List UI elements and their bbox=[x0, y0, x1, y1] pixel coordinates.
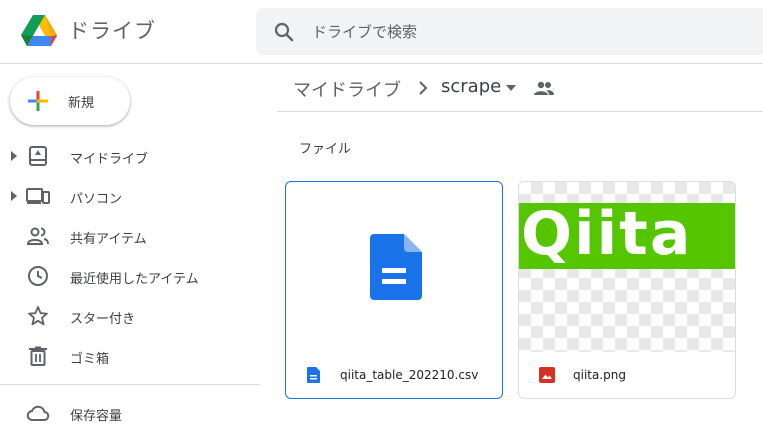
trash-icon bbox=[29, 346, 47, 366]
shared-icon bbox=[26, 227, 49, 245]
files-section-label: ファイル bbox=[299, 142, 352, 157]
qiita-logo-text: Qiita bbox=[521, 203, 693, 269]
plus-icon bbox=[28, 91, 48, 111]
sidebar-divider bbox=[0, 384, 260, 385]
sidebar-item-label: 共有アイテム bbox=[70, 232, 147, 247]
sidebar: 新規 マイドライブ パソコン 共有アイテム 最近使用したアイテム スター付き ゴ… bbox=[0, 64, 260, 426]
search-icon[interactable] bbox=[272, 20, 296, 44]
sidebar-item-storage[interactable]: 保存容量 bbox=[0, 397, 260, 426]
shared-folder-icon[interactable] bbox=[533, 78, 555, 98]
document-type-icon bbox=[307, 367, 320, 383]
breadcrumb-current-folder[interactable]: scrape bbox=[441, 76, 501, 97]
computer-icon bbox=[26, 188, 50, 204]
sidebar-item-label: 最近使用したアイテム bbox=[70, 272, 199, 287]
sidebar-item-label: パソコン bbox=[70, 192, 123, 207]
search-bar[interactable]: ドライブで検索 bbox=[256, 8, 763, 55]
image-type-icon bbox=[539, 367, 555, 383]
file-name: qiita.png bbox=[573, 368, 626, 382]
sidebar-item-computers[interactable]: パソコン bbox=[0, 180, 260, 212]
sidebar-item-label: スター付き bbox=[70, 312, 136, 327]
search-input[interactable]: ドライブで検索 bbox=[312, 21, 417, 42]
file-card-png[interactable]: Qiita qiita.png bbox=[518, 181, 736, 399]
cloud-icon bbox=[26, 405, 50, 421]
sidebar-item-label: ゴミ箱 bbox=[70, 352, 110, 367]
file-preview bbox=[286, 182, 502, 352]
sidebar-item-label: 保存容量 bbox=[70, 409, 123, 424]
expand-arrow-icon[interactable] bbox=[10, 150, 18, 162]
sidebar-item-shared[interactable]: 共有アイテム bbox=[0, 220, 260, 252]
image-preview: Qiita bbox=[519, 182, 735, 352]
sidebar-item-label: マイドライブ bbox=[70, 152, 149, 167]
file-card-csv[interactable]: qiita_table_202210.csv bbox=[285, 181, 503, 399]
sidebar-item-starred[interactable]: スター付き bbox=[0, 300, 260, 332]
sidebar-item-recent[interactable]: 最近使用したアイテム bbox=[0, 260, 260, 292]
sidebar-item-my-drive[interactable]: マイドライブ bbox=[0, 140, 260, 172]
file-card-footer: qiita_table_202210.csv bbox=[286, 352, 502, 398]
clock-icon bbox=[28, 266, 48, 286]
chevron-right-icon bbox=[419, 81, 428, 95]
sidebar-item-trash[interactable]: ゴミ箱 bbox=[0, 340, 260, 372]
drive-logo-icon[interactable] bbox=[20, 13, 58, 49]
main-content: マイドライブ scrape ファイル qiita_table_202210.cs… bbox=[277, 64, 763, 426]
star-icon bbox=[28, 306, 48, 326]
new-button[interactable]: 新規 bbox=[10, 77, 130, 125]
top-bar: ドライブ ドライブで検索 bbox=[0, 0, 763, 64]
file-name: qiita_table_202210.csv bbox=[340, 368, 479, 382]
app-title: ドライブ bbox=[68, 19, 156, 43]
breadcrumb-root[interactable]: マイドライブ bbox=[293, 76, 401, 102]
breadcrumb: マイドライブ scrape bbox=[277, 64, 763, 112]
file-card-footer: qiita.png bbox=[519, 352, 735, 398]
my-drive-icon bbox=[29, 146, 47, 166]
qiita-logo-image: Qiita bbox=[519, 203, 735, 269]
new-button-label: 新規 bbox=[68, 96, 95, 111]
expand-arrow-icon[interactable] bbox=[10, 190, 18, 202]
document-icon bbox=[370, 234, 422, 300]
caret-down-icon[interactable] bbox=[505, 84, 517, 92]
